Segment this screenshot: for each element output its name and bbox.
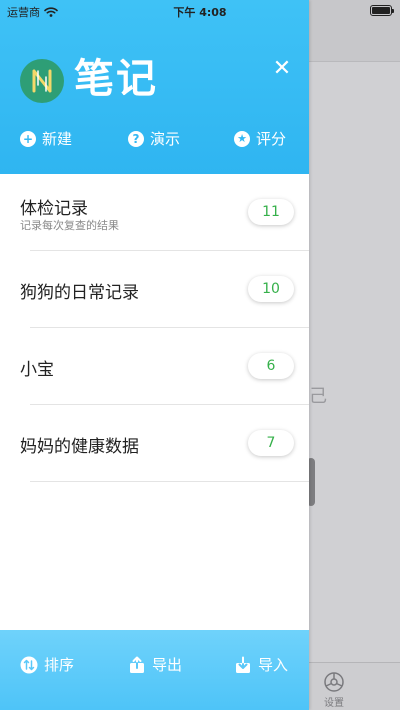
drawer-footer: 排序 导出 导入 bbox=[0, 630, 309, 710]
status-time: 下午 4:08 bbox=[173, 6, 227, 19]
new-notebook-button[interactable]: + 新建 bbox=[20, 128, 72, 149]
side-drawer: 笔记 ✕ + 新建 ? 演示 ★ 评分 体检记录 记录每次复查的结果 11 狗狗… bbox=[0, 0, 309, 710]
notebook-count-badge: 10 bbox=[248, 276, 294, 302]
notebook-item[interactable]: 狗狗的日常记录 10 bbox=[0, 251, 309, 328]
header-actions: + 新建 ? 演示 ★ 评分 bbox=[0, 128, 309, 154]
close-icon[interactable]: ✕ bbox=[270, 57, 294, 81]
notebook-count-badge: 6 bbox=[248, 353, 294, 379]
sort-button[interactable]: 排序 bbox=[20, 654, 74, 675]
app-logo-icon bbox=[20, 59, 64, 103]
app-title: 笔记 bbox=[74, 56, 158, 102]
import-icon bbox=[236, 656, 250, 673]
notebook-name: 妈妈的健康数据 bbox=[20, 437, 139, 457]
export-button[interactable]: 导出 bbox=[128, 654, 182, 675]
sort-label: 排序 bbox=[44, 656, 75, 674]
star-circle-icon: ★ bbox=[234, 130, 250, 147]
notebook-list: 体检记录 记录每次复查的结果 11 狗狗的日常记录 10 小宝 6 妈妈的健康数… bbox=[0, 174, 309, 482]
rate-button[interactable]: ★ 评分 bbox=[234, 128, 286, 149]
import-button[interactable]: 导入 bbox=[234, 654, 288, 675]
demo-button[interactable]: ? 演示 bbox=[128, 128, 180, 149]
demo-label: 演示 bbox=[150, 130, 181, 148]
notebook-item[interactable]: 小宝 6 bbox=[0, 328, 309, 405]
question-circle-icon: ? bbox=[128, 130, 144, 147]
drawer-header: 笔记 ✕ + 新建 ? 演示 ★ 评分 bbox=[0, 0, 309, 174]
tab-settings-label: 设置 bbox=[324, 698, 344, 709]
export-label: 导出 bbox=[152, 656, 183, 674]
export-icon bbox=[130, 656, 144, 673]
notebook-name: 体检记录 bbox=[20, 199, 88, 219]
new-notebook-label: 新建 bbox=[42, 130, 73, 148]
tab-settings[interactable]: 设置 bbox=[318, 671, 350, 709]
notebook-name: 狗狗的日常记录 bbox=[20, 283, 139, 303]
notebook-item[interactable]: 体检记录 记录每次复查的结果 11 bbox=[0, 174, 309, 251]
settings-icon bbox=[324, 672, 344, 692]
status-bar: 运营商 下午 4:08 bbox=[0, 0, 400, 22]
rate-label: 评分 bbox=[256, 130, 287, 148]
notebook-count-badge: 7 bbox=[248, 430, 294, 456]
notebook-name: 小宝 bbox=[20, 360, 54, 380]
divider bbox=[30, 481, 309, 482]
notebook-count-badge: 11 bbox=[248, 199, 294, 225]
battery-icon bbox=[370, 5, 394, 16]
sort-icon bbox=[20, 656, 38, 673]
import-label: 导入 bbox=[258, 656, 289, 674]
plus-circle-icon: + bbox=[20, 130, 36, 147]
notebook-item[interactable]: 妈妈的健康数据 7 bbox=[0, 405, 309, 482]
background-partial-text: 己 bbox=[309, 386, 327, 407]
notebook-description: 记录每次复查的结果 bbox=[20, 219, 119, 232]
